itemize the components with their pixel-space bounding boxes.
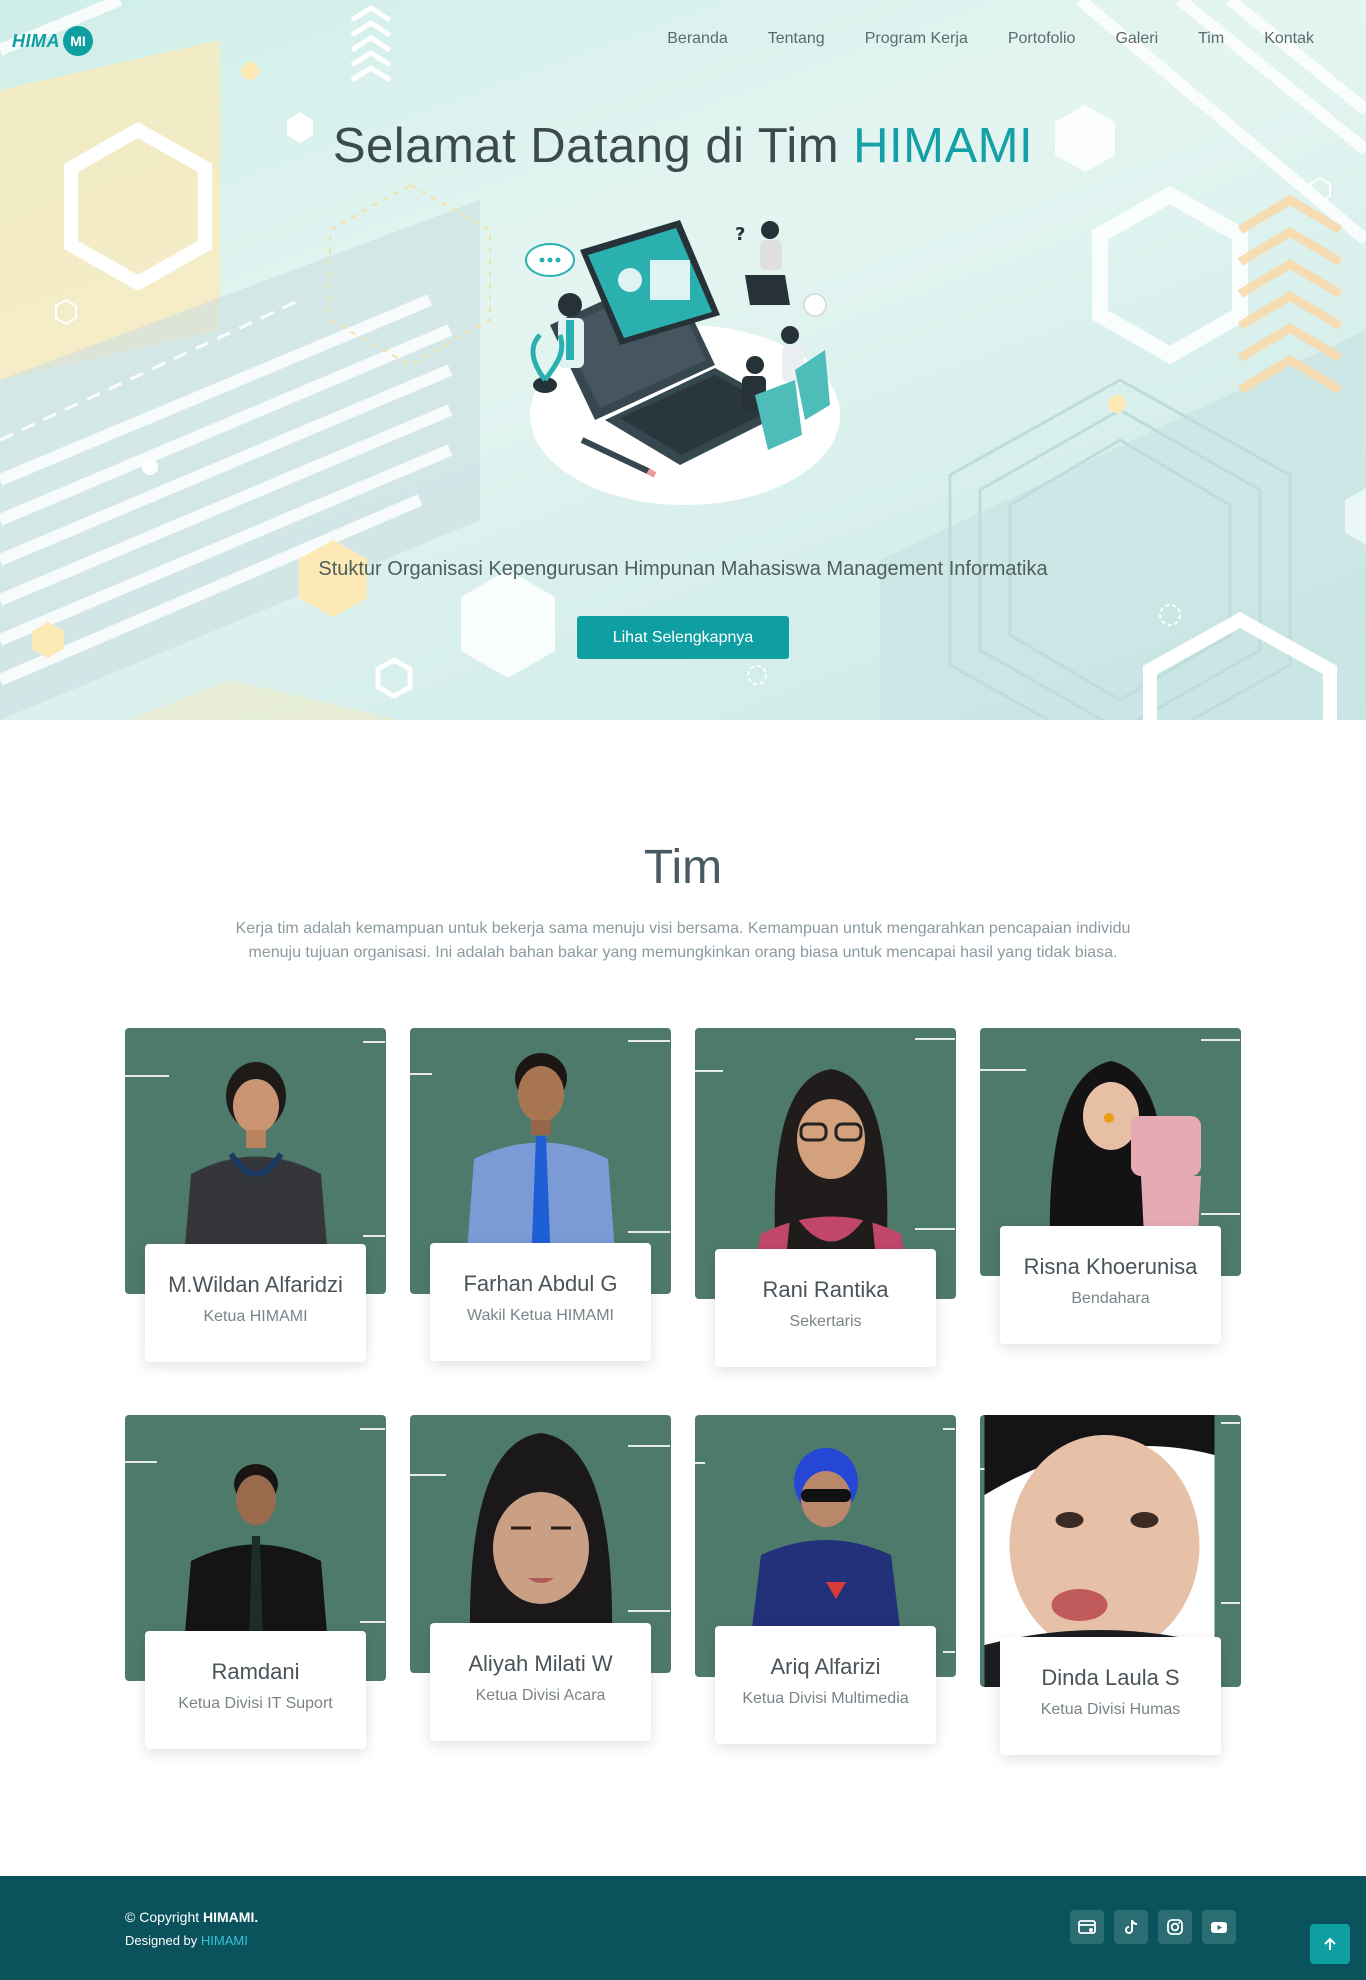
member-role: Ketua HIMAMI	[203, 1308, 308, 1325]
designed-prefix: Designed by	[125, 1933, 198, 1948]
nav-portofolio[interactable]: Portofolio	[988, 30, 1096, 48]
designed-by-link[interactable]: HIMAMI	[201, 1933, 248, 1948]
member-role: Ketua Divisi Acara	[475, 1687, 606, 1704]
see-more-button[interactable]: Lihat Selengkapnya	[577, 616, 789, 659]
copyright-text: © Copyright HIMAMI.	[125, 1909, 258, 1925]
member-info: Farhan Abdul G Wakil Ketua HIMAMI	[430, 1243, 651, 1361]
tiktok-icon[interactable]	[1114, 1910, 1148, 1944]
member-role: Ketua Divisi Humas	[1040, 1701, 1181, 1718]
member-role: Sekertaris	[789, 1313, 862, 1330]
member-role: Wakil Ketua HIMAMI	[467, 1307, 614, 1324]
hero-title-prefix: Selamat Datang di Tim	[332, 119, 840, 173]
member-info: Ariq Alfarizi Ketua Divisi Multimedia	[715, 1626, 936, 1744]
himami-logo[interactable]: HIMA MI	[12, 26, 93, 56]
member-name: Farhan Abdul G	[463, 1271, 618, 1296]
designed-by-text: Designed by HIMAMI	[125, 1933, 248, 1948]
member-role: Ketua Divisi Multimedia	[742, 1690, 909, 1707]
web-icon[interactable]	[1070, 1910, 1104, 1944]
copyright-prefix: © Copyright	[125, 1909, 200, 1925]
instagram-icon[interactable]	[1158, 1910, 1192, 1944]
svg-text:?: ?	[735, 224, 745, 245]
logo-badge: MI	[63, 26, 93, 56]
member-name: Rani Rantika	[762, 1277, 889, 1302]
member-name: Ramdani	[211, 1659, 300, 1684]
member-info: Dinda Laula S Ketua Divisi Humas	[1000, 1637, 1221, 1755]
member-name: Risna Khoerunisa	[1023, 1254, 1198, 1279]
team-section-title: Tim	[643, 841, 723, 894]
arrow-up-icon	[1324, 1937, 1336, 1950]
member-role: Ketua Divisi IT Suport	[178, 1695, 333, 1712]
member-info: Aliyah Milati W Ketua Divisi Acara	[430, 1623, 651, 1741]
team-section-description: Kerja tim adalah kemampuan untuk bekerja…	[235, 920, 1131, 961]
hero-title: Selamat Datang di Tim HIMAMI	[0, 118, 1366, 174]
member-info: Ramdani Ketua Divisi IT Suport	[145, 1631, 366, 1749]
member-name: Ariq Alfarizi	[770, 1654, 881, 1679]
hero-subtitle: Stuktur Organisasi Kepengurusan Himpunan…	[318, 558, 1048, 580]
nav-beranda[interactable]: Beranda	[647, 30, 748, 48]
copyright-brand: HIMAMI.	[203, 1909, 259, 1925]
youtube-icon[interactable]	[1202, 1910, 1236, 1944]
nav-tim[interactable]: Tim	[1178, 30, 1244, 48]
hero-section: HIMA MI Beranda Tentang Program Kerja Po…	[0, 0, 1366, 720]
member-info: M.Wildan Alfaridzi Ketua HIMAMI	[145, 1244, 366, 1362]
main-navbar: HIMA MI Beranda Tentang Program Kerja Po…	[0, 0, 1366, 80]
site-footer: © Copyright HIMAMI. Designed by HIMAMI	[0, 1876, 1366, 1980]
member-name: Dinda Laula S	[1041, 1665, 1180, 1690]
nav-menu: Beranda Tentang Program Kerja Portofolio…	[647, 30, 1334, 48]
nav-galeri[interactable]: Galeri	[1095, 30, 1178, 48]
hero-title-accent: HIMAMI	[853, 119, 1034, 173]
nav-kontak[interactable]: Kontak	[1244, 30, 1334, 48]
member-info: Rani Rantika Sekertaris	[715, 1249, 936, 1367]
logo-text: HIMA	[12, 30, 60, 51]
member-info: Risna Khoerunisa Bendahara	[1000, 1226, 1221, 1344]
nav-program-kerja[interactable]: Program Kerja	[845, 30, 988, 48]
member-name: M.Wildan Alfaridzi	[168, 1272, 343, 1297]
member-name: Aliyah Milati W	[468, 1651, 613, 1676]
member-role: Bendahara	[1071, 1290, 1150, 1307]
back-to-top-button[interactable]	[1310, 1924, 1350, 1964]
nav-tentang[interactable]: Tentang	[748, 30, 845, 48]
hero-illustration: ?	[525, 220, 840, 505]
